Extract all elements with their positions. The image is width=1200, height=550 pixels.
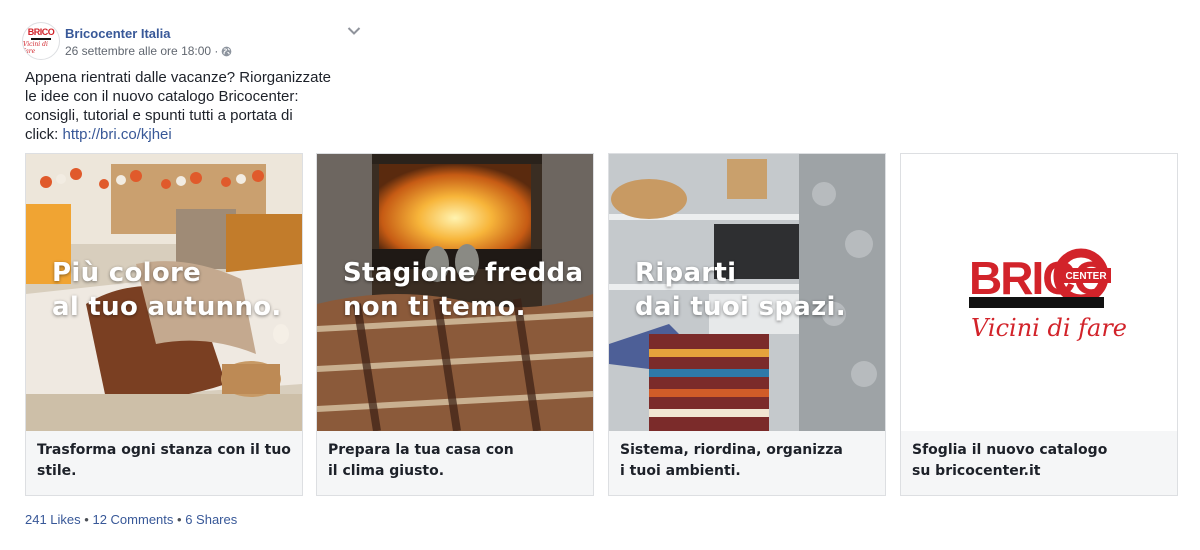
post-text-line: le idee con il nuovo catalogo Bricocente… (25, 88, 299, 105)
logo-tagline: Vicini di fare (971, 314, 1127, 342)
card-caption: Sistema, riordina, organizza i tuoi ambi… (620, 440, 876, 482)
caption-line: Trasforma ogni stanza con il tuo stile. (37, 442, 291, 479)
card-caption: Trasforma ogni stanza con il tuo stile. (37, 440, 293, 482)
post-text-line: Appena rientrati dalle vacanze? Riorgani… (25, 69, 332, 86)
carousel-card-catalog[interactable]: BRICO CENTER Vicini di fare Sfoglia il n… (900, 153, 1178, 496)
headline-line: non ti temo. (343, 292, 526, 322)
headline-line: Più colore (52, 258, 202, 288)
timestamp-text: 26 settembre alle ore 18:00 · (65, 44, 219, 58)
caption-line: Sfoglia il nuovo catalogo (912, 442, 1108, 458)
card-caption: Prepara la tua casa con il clima giusto. (328, 440, 584, 482)
post-options-button[interactable] (345, 22, 363, 40)
shares-count[interactable]: 6 Shares (185, 512, 237, 527)
card-headline: Più colore al tuo autunno. (52, 256, 282, 324)
post-message: Appena rientrati dalle vacanze? Riorgani… (25, 68, 365, 144)
card-image-logo: BRICO CENTER Vicini di fare (901, 154, 1177, 431)
card-headline: Stagione fredda non ti temo. (343, 256, 583, 324)
stats-separator: • (177, 512, 182, 527)
avatar-brand: BRICO (27, 26, 55, 37)
comments-count[interactable]: 12 Comments (92, 512, 173, 527)
headline-line: al tuo autunno. (52, 292, 282, 322)
likes-count[interactable]: 241 Likes (25, 512, 81, 527)
page-name-link[interactable]: Bricocenter Italia (65, 26, 171, 41)
carousel-card-autumn[interactable]: Più colore al tuo autunno. Trasforma ogn… (25, 153, 303, 496)
bricocenter-logo: BRICO CENTER Vicini di fare (969, 248, 1127, 342)
post-header: BRICO Vicini di fare Bricocenter Italia … (22, 22, 362, 62)
stats-separator: • (84, 512, 89, 527)
caption-line: su bricocenter.it (912, 463, 1041, 479)
caption-line: il clima giusto. (328, 463, 445, 479)
card-caption: Sfoglia il nuovo catalogo su bricocenter… (912, 440, 1168, 482)
page-avatar[interactable]: BRICO Vicini di fare (22, 22, 60, 60)
caption-line: i tuoi ambienti. (620, 463, 741, 479)
headline-line: dai tuoi spazi. (635, 292, 846, 322)
headline-line: Stagione fredda (343, 258, 584, 288)
chevron-down-icon (347, 27, 361, 35)
carousel-card-closet[interactable]: Riparti dai tuoi spazi. Sistema, riordin… (608, 153, 886, 496)
carousel: Più colore al tuo autunno. Trasforma ogn… (25, 153, 1180, 498)
caption-line: Prepara la tua casa con (328, 442, 514, 458)
engagement-stats: 241 Likes • 12 Comments • 6 Shares (25, 512, 237, 527)
post-text-line: consigli, tutorial e spunti tutti a port… (25, 107, 293, 124)
headline-line: Riparti (635, 258, 737, 288)
card-headline: Riparti dai tuoi spazi. (635, 256, 846, 324)
post-text-line: click: http://bri.co/kjhei (25, 125, 365, 144)
carousel-card-fireplace[interactable]: Stagione fredda non ti temo. Prepara la … (316, 153, 594, 496)
avatar-tagline: Vicini di fare (23, 40, 48, 55)
globe-icon (222, 46, 232, 56)
post-link[interactable]: http://bri.co/kjhei (63, 126, 172, 143)
caption-line: Sistema, riordina, organizza (620, 442, 843, 458)
avatar-bar (31, 37, 51, 40)
post-timestamp[interactable]: 26 settembre alle ore 18:00 · (65, 44, 232, 58)
logo-center: CENTER (1065, 271, 1107, 282)
post-text-prefix: click: (25, 126, 63, 143)
